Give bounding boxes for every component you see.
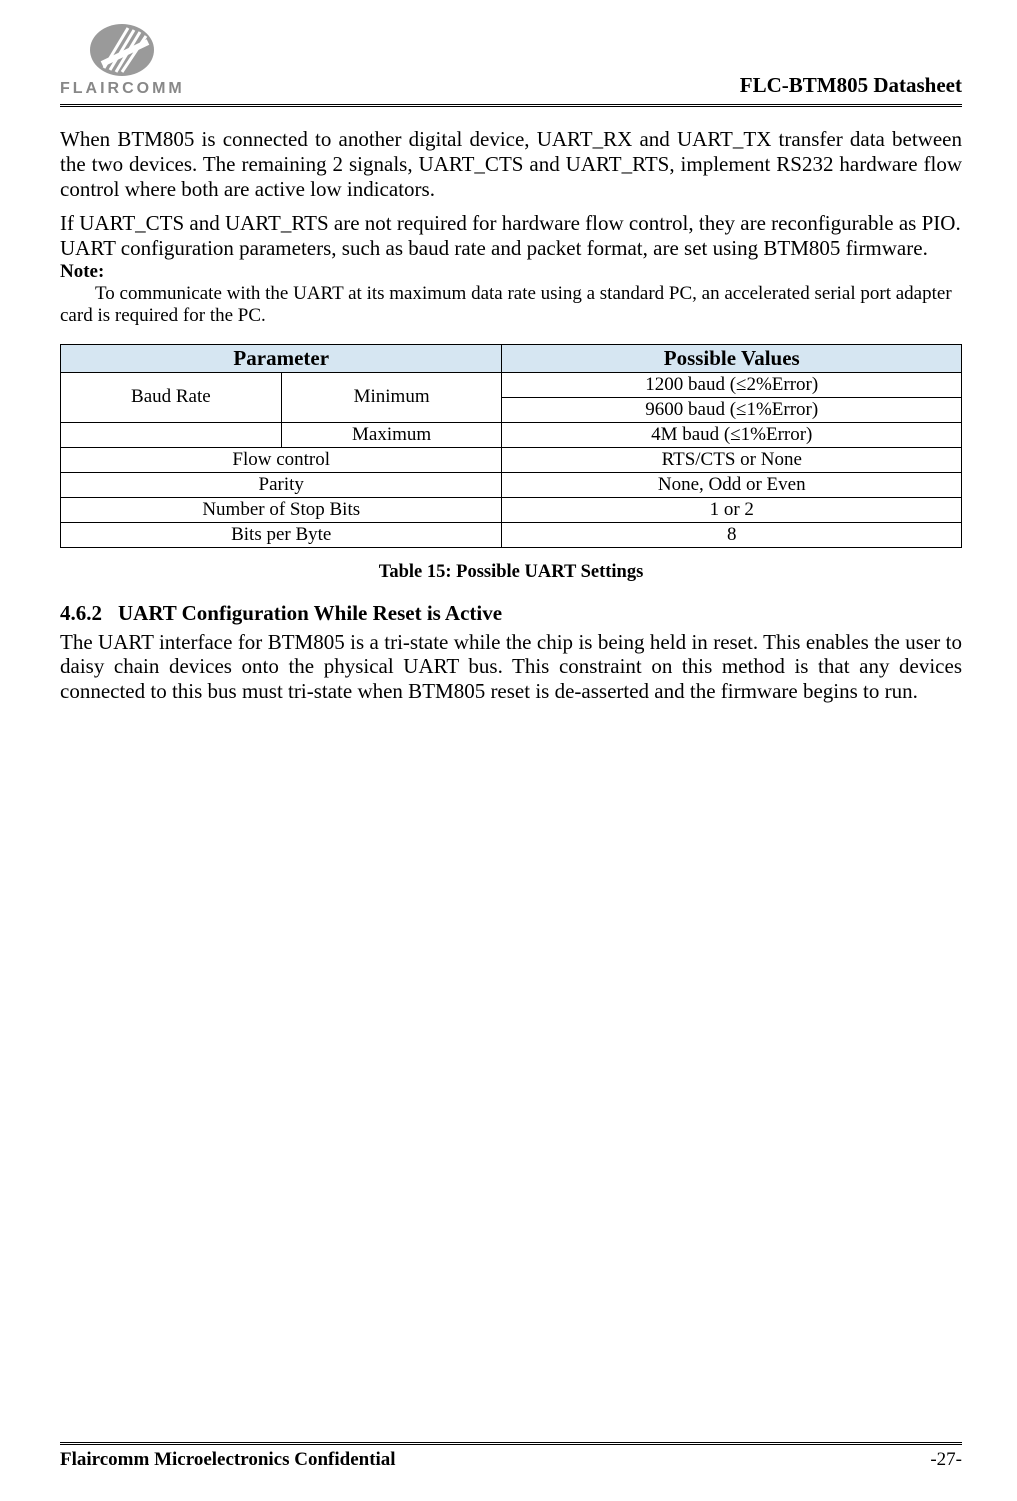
cell-value: 9600 baud (≤1%Error): [502, 397, 962, 422]
logo-icon: [88, 22, 156, 78]
th-possible-values: Possible Values: [502, 344, 962, 372]
table-row: Maximum 4M baud (≤1%Error): [61, 422, 962, 447]
table-row: Number of Stop Bits 1 or 2: [61, 497, 962, 522]
table-row: Parity None, Odd or Even: [61, 472, 962, 497]
page-header: FLAIRCOMM FLC-BTM805 Datasheet: [60, 22, 962, 98]
document-title: FLC-BTM805 Datasheet: [740, 73, 962, 98]
cell-maximum: Maximum: [281, 422, 502, 447]
cell-bits-per-byte: Bits per Byte: [61, 522, 502, 547]
paragraph: UART configuration parameters, such as b…: [60, 236, 962, 261]
table-row: Bits per Byte 8: [61, 522, 962, 547]
table-caption: Table 15: Possible UART Settings: [60, 562, 962, 583]
cell-value: 1200 baud (≤2%Error): [502, 372, 962, 397]
cell-value: 4M baud (≤1%Error): [502, 422, 962, 447]
section-title: UART Configuration While Reset is Active: [118, 601, 502, 625]
note-body: To communicate with the UART at its maxi…: [60, 283, 962, 328]
cell-value: 1 or 2: [502, 497, 962, 522]
paragraph: If UART_CTS and UART_RTS are not require…: [60, 211, 962, 236]
cell-value: 8: [502, 522, 962, 547]
cell-stop-bits: Number of Stop Bits: [61, 497, 502, 522]
header-divider: [60, 104, 962, 107]
cell-empty: [61, 422, 282, 447]
table-header-row: Parameter Possible Values: [61, 344, 962, 372]
uart-settings-table: Parameter Possible Values Baud Rate Mini…: [60, 344, 962, 548]
section-heading: 4.6.2 UART Configuration While Reset is A…: [60, 601, 962, 626]
cell-parity: Parity: [61, 472, 502, 497]
cell-value: RTS/CTS or None: [502, 447, 962, 472]
note-text: To communicate with the UART at its maxi…: [60, 283, 962, 328]
footer-confidential: Flaircomm Microelectronics Confidential: [60, 1449, 396, 1471]
cell-baud-rate: Baud Rate: [61, 372, 282, 422]
section-body: The UART interface for BTM805 is a tri-s…: [60, 630, 962, 704]
cell-value: None, Odd or Even: [502, 472, 962, 497]
cell-minimum: Minimum: [281, 372, 502, 422]
footer-divider: [60, 1442, 962, 1445]
footer-line: Flaircomm Microelectronics Confidential …: [60, 1449, 962, 1471]
company-logo: FLAIRCOMM: [60, 22, 185, 98]
table-row: Baud Rate Minimum 1200 baud (≤2%Error): [61, 372, 962, 397]
table-row: Flow control RTS/CTS or None: [61, 447, 962, 472]
section-number: 4.6.2: [60, 601, 102, 625]
note-label: Note:: [60, 261, 962, 283]
logo-text: FLAIRCOMM: [60, 80, 185, 98]
page: FLAIRCOMM FLC-BTM805 Datasheet When BTM8…: [0, 0, 1017, 1501]
cell-flow-control: Flow control: [61, 447, 502, 472]
th-parameter: Parameter: [61, 344, 502, 372]
page-number: -27-: [930, 1449, 962, 1471]
page-footer: Flaircomm Microelectronics Confidential …: [60, 1442, 962, 1471]
paragraph: When BTM805 is connected to another digi…: [60, 127, 962, 201]
